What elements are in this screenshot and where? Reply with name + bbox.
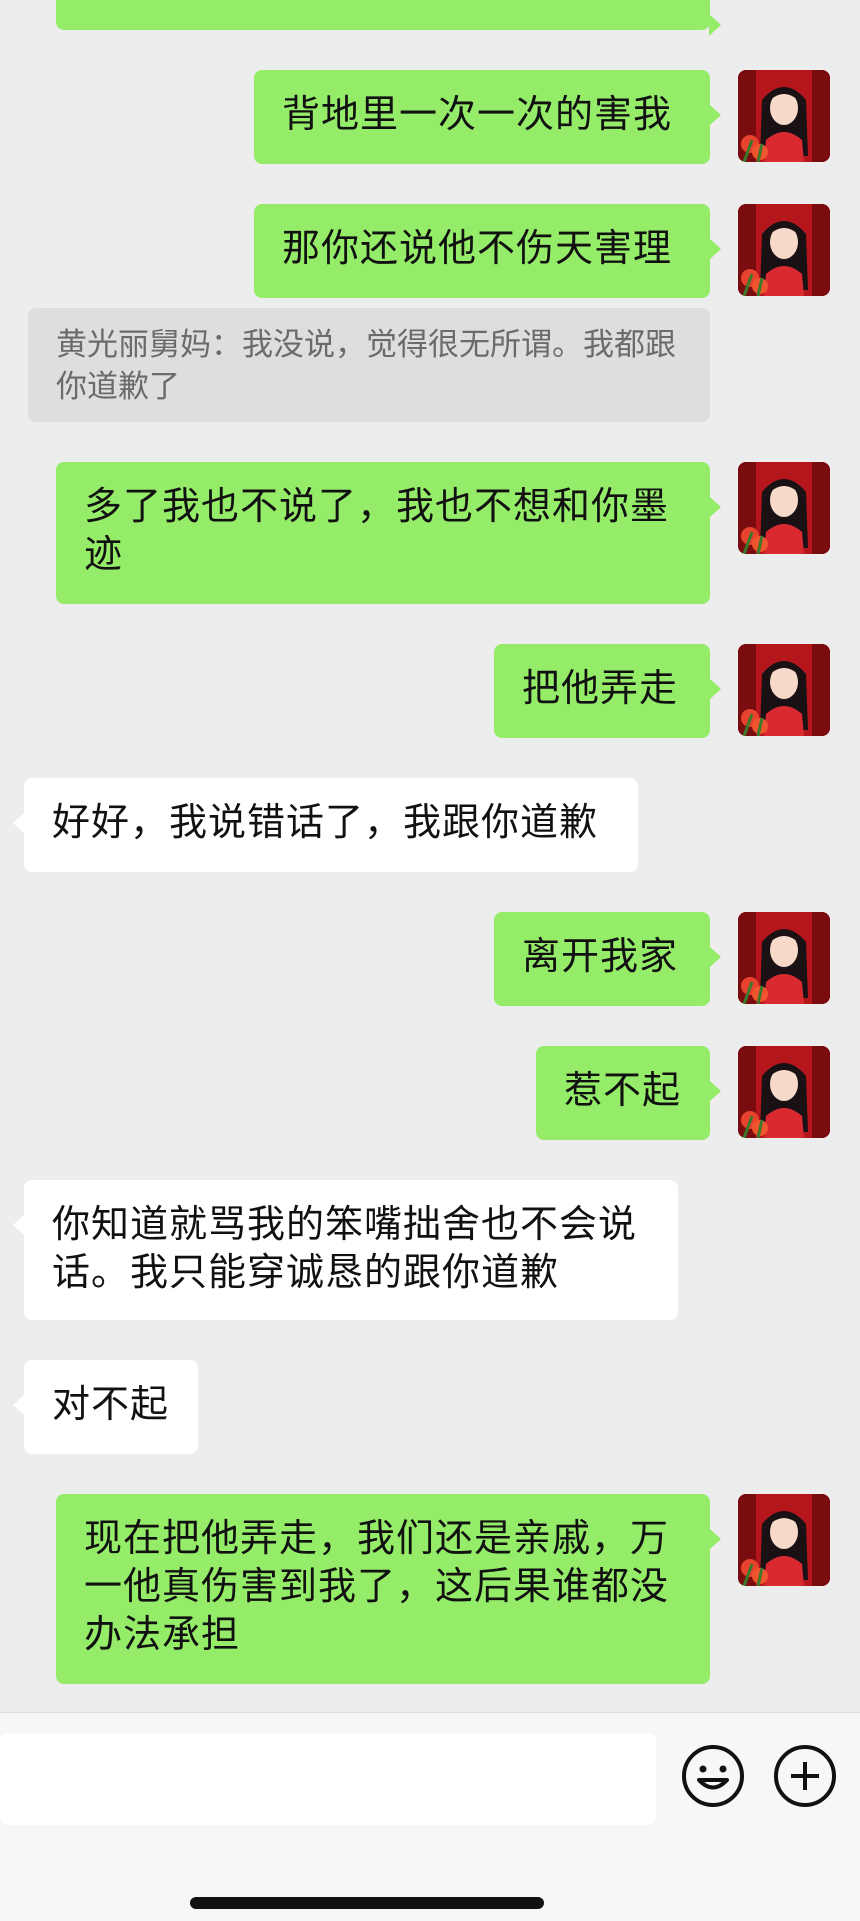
message-text: 多了我也不说了，我也不想和你墨迹	[84, 484, 670, 576]
avatar[interactable]	[738, 644, 830, 736]
avatar-icon	[738, 70, 830, 162]
message-bubble[interactable]: 离开我家	[494, 912, 721, 1006]
message-bubble[interactable]: 你知道就骂我的笨嘴拙舍也不会说话。我只能穿诚恳的跟你道歉	[13, 1180, 678, 1320]
avatar[interactable]	[738, 204, 830, 296]
message-bubble[interactable]: 那你还说他不伤天害理	[254, 204, 721, 298]
quoted-message[interactable]: 黄光丽舅妈：我没说，觉得很无所谓。我都跟你道歉了	[28, 308, 710, 422]
message-bubble[interactable]: 惹不起	[536, 1046, 721, 1140]
message-text: 好好，我说错话了，我跟你道歉	[52, 800, 599, 844]
message-bubble[interactable]: 多了我也不说了，我也不想和你墨迹	[56, 462, 721, 604]
quoted-text: 黄光丽舅妈：我没说，觉得很无所谓。我都跟你道歉了	[56, 327, 676, 405]
message-text: 对不起	[52, 1382, 170, 1426]
message-bubble[interactable]: 现在把他弄走，我们还是亲戚，万一他真伤害到我了，这后果谁都没办法承担	[56, 1494, 721, 1684]
avatar[interactable]	[738, 1046, 830, 1138]
smiley-icon	[682, 1745, 744, 1807]
message-bubble-partial[interactable]	[56, 0, 721, 36]
avatar-icon	[738, 912, 830, 1004]
message-bubble[interactable]: 把他弄走	[494, 644, 721, 738]
avatar-icon	[738, 644, 830, 736]
plus-circle-icon	[774, 1745, 836, 1807]
more-button[interactable]	[772, 1743, 838, 1809]
avatar-icon	[738, 1046, 830, 1138]
avatar-icon	[738, 204, 830, 296]
message-text: 现在把他弄走，我们还是亲戚，万一他真伤害到我了，这后果谁都没办法承担	[84, 1516, 670, 1656]
avatar-icon	[738, 1494, 830, 1586]
message-bubble[interactable]: 好好，我说错话了，我跟你道歉	[13, 778, 638, 872]
home-indicator[interactable]	[190, 1897, 544, 1909]
message-input[interactable]	[0, 1733, 656, 1825]
avatar-icon	[738, 462, 830, 554]
emoji-button[interactable]	[680, 1743, 746, 1809]
message-text: 惹不起	[564, 1068, 682, 1112]
message-text: 把他弄走	[522, 666, 679, 710]
input-bar	[0, 1712, 860, 1921]
avatar[interactable]	[738, 462, 830, 554]
avatar[interactable]	[738, 912, 830, 1004]
chat-area[interactable]: 背地里一次一次的害我 那你还说他不伤天害理 黄光丽舅妈：我没说，觉得很无所谓。我…	[0, 0, 860, 1712]
message-bubble[interactable]: 背地里一次一次的害我	[254, 70, 721, 164]
message-text: 背地里一次一次的害我	[282, 92, 673, 136]
message-bubble[interactable]: 对不起	[13, 1360, 198, 1454]
avatar[interactable]	[738, 1494, 830, 1586]
message-text: 离开我家	[522, 934, 679, 978]
message-text: 你知道就骂我的笨嘴拙舍也不会说话。我只能穿诚恳的跟你道歉	[52, 1202, 638, 1294]
message-text: 那你还说他不伤天害理	[282, 226, 673, 270]
avatar[interactable]	[738, 70, 830, 162]
